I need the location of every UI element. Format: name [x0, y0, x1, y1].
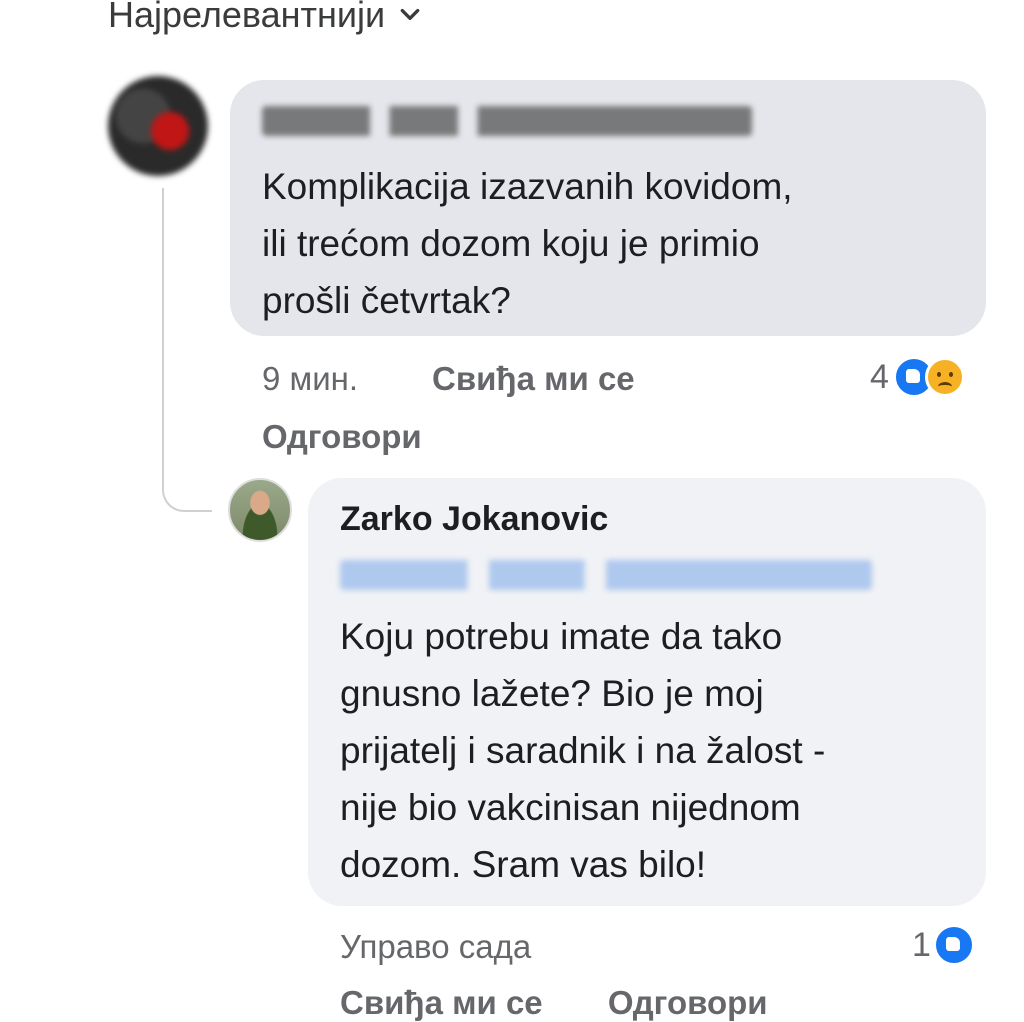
like-button[interactable]: Свиђа ми се — [432, 360, 635, 398]
reaction-summary[interactable]: 4 — [870, 356, 965, 398]
reply-author-name[interactable]: Zarko Jokanovic — [340, 500, 608, 539]
comment-line: ili trećom dozom koju je primio — [262, 223, 760, 264]
comment-timestamp[interactable]: 9 мин. — [262, 360, 358, 398]
reply-line: Koju potrebu imate da tako — [340, 616, 783, 657]
reply-reaction-summary[interactable]: 1 — [912, 924, 975, 966]
reply-line: nije bio vakcinisan nijednom — [340, 787, 801, 828]
reply-text: Koju potrebu imate da tako gnusno lažete… — [340, 608, 980, 893]
reply-reaction-count: 1 — [912, 925, 931, 964]
reply-actions: Свиђа ми се Одговори — [340, 984, 768, 1022]
like-icon — [932, 924, 975, 966]
comment-text: Komplikacija izazvanih kovidom, ili treć… — [262, 158, 962, 329]
reply-button[interactable]: Одговори — [262, 418, 422, 456]
sort-label: Најрелевантнији — [108, 0, 386, 35]
reaction-count: 4 — [870, 357, 889, 396]
reply-line: dozom. Sram vas bilo! — [340, 844, 707, 885]
commenter-avatar[interactable] — [108, 76, 208, 176]
reply-like-button[interactable]: Свиђа ми се — [340, 984, 543, 1021]
reply-author-avatar[interactable] — [228, 478, 292, 542]
reply-timestamp[interactable]: Управо сада — [340, 928, 531, 966]
chevron-down-icon — [400, 8, 420, 20]
reply-line: gnusno lažete? Bio je moj — [340, 673, 764, 714]
mention-tag-redacted[interactable] — [340, 560, 872, 590]
thread-line — [162, 188, 212, 512]
comment-line: Komplikacija izazvanih kovidom, — [262, 166, 793, 207]
commenter-name-redacted — [262, 106, 752, 136]
reply-reply-button[interactable]: Одговори — [608, 984, 768, 1021]
reply-line: prijatelj i saradnik i na žalost - — [340, 730, 826, 771]
sort-dropdown[interactable]: Најрелевантнији — [108, 0, 421, 36]
sad-icon — [924, 357, 965, 397]
comment-line: prošli četvrtak? — [262, 280, 511, 321]
